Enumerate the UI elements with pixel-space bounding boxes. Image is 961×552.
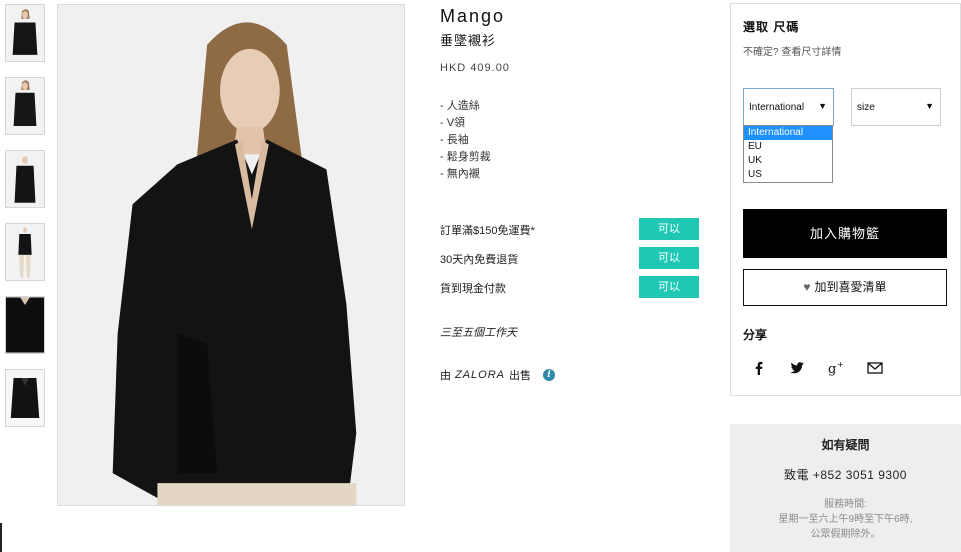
service-hours-line: 星期一至六上午9時至下午6時, <box>778 514 913 525</box>
service-label: 30天內免費退貨 <box>440 254 519 266</box>
size-guide-link[interactable]: 不確定? 查看尺寸詳情 <box>743 43 841 58</box>
info-icon[interactable]: i <box>543 369 556 381</box>
facebook-icon[interactable] <box>749 358 769 378</box>
thumbnail-3[interactable] <box>5 150 45 208</box>
chevron-down-icon: ▼ <box>818 101 827 111</box>
feature-item: - 人造絲 <box>440 100 480 112</box>
dropdown-option-uk[interactable]: UK <box>744 154 832 168</box>
product-main-image[interactable] <box>57 4 405 506</box>
feature-item: - 鬆身剪裁 <box>440 151 491 163</box>
help-panel: 如有疑問 致電 +852 3051 9300 服務時間: 星期一至六上午9時至下… <box>730 424 961 552</box>
service-hours-title: 服務時間: <box>824 499 867 510</box>
service-row-free-shipping: 訂單滿$150免運費* 可以 <box>440 218 700 240</box>
brand-name[interactable]: Mango <box>440 6 505 27</box>
feature-item: - 無內襯 <box>440 168 480 180</box>
help-title: 如有疑問 <box>821 438 870 452</box>
text-cursor <box>0 523 2 552</box>
service-label: 貨到現金付款 <box>440 283 506 295</box>
size-title: 選取 尺碼 <box>743 20 800 34</box>
thumbnail-6[interactable] <box>5 369 45 427</box>
add-to-cart-button[interactable]: 加入購物籃 <box>743 209 947 258</box>
feature-item: - 長袖 <box>440 134 469 146</box>
thumbnail-1[interactable] <box>5 4 45 62</box>
seller-info: 由 ZALORA 出售 i <box>440 367 556 383</box>
thumbnail-5[interactable] <box>5 296 45 354</box>
seller-name: ZALORA <box>455 369 506 381</box>
service-row-cash-on-delivery: 貨到現金付款 可以 <box>440 276 700 298</box>
product-name: 垂墜襯衫 <box>440 33 497 48</box>
share-title: 分享 <box>743 328 768 342</box>
seller-suffix: 出售 <box>509 370 532 382</box>
thumbnail-2[interactable] <box>5 77 45 135</box>
service-status-badge: 可以 <box>639 276 699 298</box>
service-status-badge: 可以 <box>639 218 699 240</box>
svg-text:g: g <box>828 362 836 377</box>
add-to-wishlist-button[interactable]: ♥ 加到喜愛清單 <box>743 269 947 306</box>
delivery-time: 三至五個工作天 <box>440 327 517 339</box>
service-hours: 服務時間: 星期一至六上午9時至下午6時, 公眾假期除外。 <box>730 497 961 542</box>
chevron-down-icon: ▼ <box>925 101 934 111</box>
size-select[interactable]: size ▼ <box>851 88 941 126</box>
size-system-select[interactable]: International ▼ <box>743 88 834 126</box>
wishlist-label: 加到喜愛清單 <box>814 280 887 294</box>
purchase-panel: 選取 尺碼 不確定? 查看尺寸詳情 International ▼ Intern… <box>730 3 961 396</box>
feature-list: - 人造絲 - V領 - 長袖 - 鬆身剪裁 - 無內襯 <box>440 98 491 183</box>
thumbnail-4[interactable] <box>5 223 45 281</box>
dropdown-option-international[interactable]: International <box>744 126 832 140</box>
service-status-badge: 可以 <box>639 247 699 269</box>
dropdown-option-us[interactable]: US <box>744 168 832 182</box>
google-plus-icon[interactable]: g + <box>827 358 847 378</box>
size-system-value: International <box>749 102 805 113</box>
help-phone: 致電 +852 3051 9300 <box>784 468 907 482</box>
service-row-free-returns: 30天內免費退貨 可以 <box>440 247 700 269</box>
twitter-icon[interactable] <box>787 358 807 378</box>
product-price: HKD 409.00 <box>440 62 510 74</box>
size-system-dropdown: International EU UK US <box>743 125 833 183</box>
service-hours-line: 公眾假期除外。 <box>810 529 881 540</box>
size-value: size <box>857 102 875 113</box>
seller-prefix: 由 <box>440 370 451 382</box>
svg-text:+: + <box>837 360 844 369</box>
mail-icon[interactable] <box>865 358 885 378</box>
heart-icon: ♥ <box>803 280 811 294</box>
feature-item: - V領 <box>440 117 466 129</box>
service-label: 訂單滿$150免運費* <box>440 225 535 237</box>
share-icons: g + <box>743 358 903 378</box>
dropdown-option-eu[interactable]: EU <box>744 140 832 154</box>
